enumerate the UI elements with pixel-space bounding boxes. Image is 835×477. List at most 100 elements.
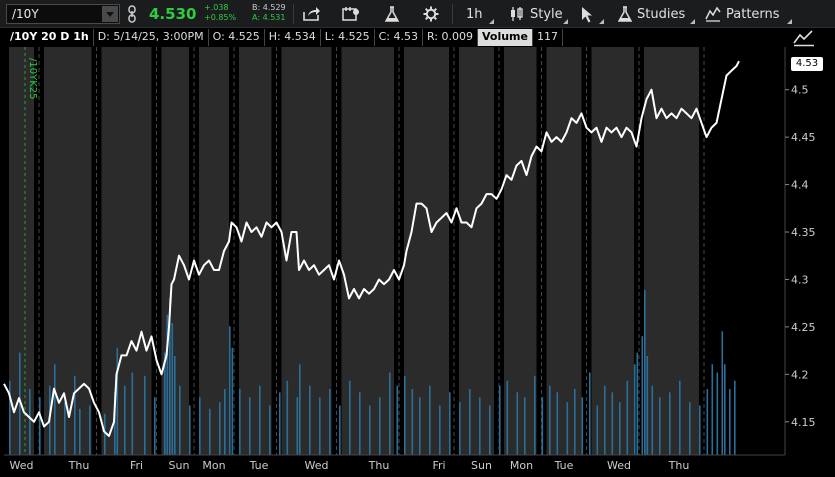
session-band xyxy=(504,47,537,455)
x-tick-label: Wed xyxy=(10,459,34,472)
volume-bar xyxy=(604,385,606,455)
volume-bar xyxy=(469,389,471,455)
cursor-arrow-icon xyxy=(582,6,592,22)
symbol-selector[interactable]: /10Y xyxy=(6,4,120,24)
volume-bar xyxy=(309,385,311,455)
volume-bar xyxy=(89,405,91,455)
volume-bar xyxy=(449,392,451,455)
x-tick-label: Fri xyxy=(432,459,445,472)
net-change-percent: +0.85% xyxy=(204,13,237,22)
volume-bar xyxy=(54,364,56,455)
x-tick-label: Wed xyxy=(607,459,631,472)
volume-bar xyxy=(581,397,584,455)
volume-bar xyxy=(249,397,251,455)
volume-bar xyxy=(566,402,569,455)
timeframe-selector[interactable]: 1h xyxy=(466,0,483,28)
volume-bar xyxy=(404,375,406,455)
x-tick-label: Tue xyxy=(249,459,269,472)
bid-price: B: 4.529 xyxy=(252,3,286,12)
y-tick-label: 4.45 xyxy=(791,131,816,144)
volume-bar xyxy=(534,375,536,455)
volume-bar xyxy=(29,389,31,455)
flask-icon xyxy=(385,6,399,22)
volume-bar xyxy=(396,385,399,455)
bid-ask: B: 4.529 A: 4.531 xyxy=(252,3,286,23)
cursor-tool[interactable] xyxy=(581,0,595,28)
volume-bar xyxy=(626,380,629,455)
share-button[interactable] xyxy=(302,0,320,28)
volume-bar xyxy=(419,397,421,455)
y-tick-label: 4.4 xyxy=(791,179,809,192)
timeframe-label: 1h xyxy=(466,6,483,22)
volume-bar xyxy=(651,385,654,455)
volume-bar xyxy=(259,385,261,455)
y-tick-label: 4.3 xyxy=(791,273,809,286)
volume-bar xyxy=(369,405,371,455)
low-value: L: 4.525 xyxy=(320,29,375,46)
volume-bar xyxy=(379,397,381,455)
volume-bar xyxy=(296,397,299,455)
volume-bar xyxy=(669,392,671,455)
studies-label: Studies xyxy=(637,6,686,22)
chart-toolbar: /10Y 4.530 +.038 +0.85% B: 4.529 A: 4.53… xyxy=(0,0,835,28)
session-band xyxy=(404,47,449,455)
volume-bar xyxy=(429,385,431,455)
volume-bar xyxy=(359,392,361,455)
settings-button[interactable] xyxy=(423,0,439,28)
price-chart[interactable]: 4.15 4.2 4.25 4.3 4.35 4.4 4.45 4.5 Wed Thu Fri Su… xyxy=(0,0,835,477)
separator xyxy=(452,4,453,24)
volume-bar xyxy=(729,389,731,455)
chart-title: /10Y 20 D 1h xyxy=(6,29,94,46)
volume-bar xyxy=(619,402,621,455)
x-tick-label: Fri xyxy=(130,459,143,472)
x-tick-label: Wed xyxy=(305,459,329,472)
volume-bar xyxy=(231,347,234,455)
close-value: C: 4.53 xyxy=(374,29,423,46)
volume-bar xyxy=(439,405,441,455)
contract-label: /10YK25 xyxy=(27,58,38,99)
volume-bar xyxy=(411,389,414,455)
share-icon xyxy=(303,7,320,21)
dropdown-corner-icon xyxy=(489,19,494,24)
volume-bar xyxy=(659,397,661,455)
x-tick-label: Thu xyxy=(68,459,90,472)
volume-bar xyxy=(199,397,201,455)
volume-bar xyxy=(689,402,691,455)
volume-bar xyxy=(499,385,501,455)
gear-icon xyxy=(423,6,439,22)
style-menu[interactable]: Style xyxy=(509,0,563,28)
studies-menu[interactable]: Studies xyxy=(618,0,685,28)
link-icon[interactable] xyxy=(127,5,137,23)
volume-value: 117 xyxy=(532,29,563,46)
volume-bar xyxy=(716,372,719,455)
volume-bar xyxy=(229,326,231,455)
volume-bar xyxy=(646,356,649,455)
volume-bar xyxy=(489,405,491,455)
volume-bar xyxy=(74,375,76,455)
x-tick-label: Thu xyxy=(668,459,690,472)
session-shading xyxy=(9,47,699,455)
volume-bar xyxy=(734,380,736,455)
volume-bar xyxy=(549,385,551,455)
volume-bar xyxy=(479,397,481,455)
dropdown-corner-icon xyxy=(690,19,695,24)
notepad-icon xyxy=(342,7,359,21)
volume-bar xyxy=(104,413,106,455)
ask-price: A: 4.531 xyxy=(252,13,286,22)
volume-bar xyxy=(644,290,646,455)
net-change-value: +.038 xyxy=(204,3,229,12)
x-tick-label: Sun xyxy=(471,459,492,472)
ohlc-info-bar: /10Y 20 D 1h D: 5/14/25, 3:00PM O: 4.525… xyxy=(6,29,563,46)
volume-bar xyxy=(269,405,271,455)
snapshot-button[interactable] xyxy=(342,0,360,28)
volume-bar xyxy=(179,385,181,455)
volume-bar xyxy=(506,380,509,455)
chevron-down-icon[interactable] xyxy=(102,6,118,22)
flask-button[interactable] xyxy=(385,0,399,28)
volume-bar xyxy=(239,389,241,455)
x-tick-label: Tue xyxy=(554,459,574,472)
volume-bar xyxy=(329,389,331,455)
patterns-menu[interactable]: Patterns xyxy=(705,0,780,28)
volume-bar xyxy=(634,364,636,455)
chart-style-icon[interactable] xyxy=(792,29,816,47)
